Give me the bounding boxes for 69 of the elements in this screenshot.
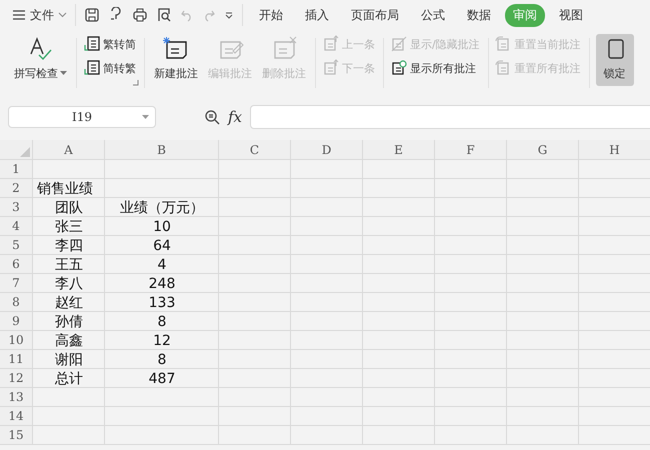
row-number[interactable]: 5 [12,238,20,252]
column-header[interactable]: E [394,142,403,156]
table-cell: 133 [148,294,176,310]
table-cell: 总计 [55,370,83,388]
arrow-page-icon [322,59,340,77]
eye-comment-icon [390,59,408,77]
row-number[interactable]: 4 [12,219,20,233]
caret-icon [142,114,149,120]
table-cell: 销售业绩 [37,180,93,198]
ribbon-tab[interactable]: 视图 [551,4,591,26]
row-number[interactable]: 2 [12,181,20,195]
ribbon-button[interactable]: 简转繁 [83,58,138,78]
table-cell: 248 [148,276,176,292]
table-cell: 谢阳 [55,350,83,368]
column-header[interactable]: B [157,142,166,156]
preview-icon[interactable] [156,7,172,23]
slash-comment-icon [390,35,408,53]
column-header[interactable]: F [466,142,475,156]
file-menu[interactable]: 文件 [12,6,67,24]
table-cell: 孙倩 [55,312,83,330]
ribbon-tab[interactable]: 开始 [251,4,291,26]
ribbon-button[interactable]: 繁转简 [83,34,138,54]
ribbon-tab[interactable]: 数据 [459,4,499,26]
table-cell: 64 [153,238,171,254]
formula-field[interactable] [250,105,650,129]
row-number[interactable]: 1 [12,162,20,176]
table-cell: 4 [158,256,166,272]
save-icon[interactable] [84,7,100,23]
table-cell: 王五 [55,256,83,274]
table-cell: 团队 [55,198,83,216]
table-cell: 8 [158,352,166,368]
ribbon-button[interactable]: 新建批注 [151,34,201,86]
row-number[interactable]: 6 [12,257,20,271]
column-header[interactable]: C [250,142,260,156]
function-label[interactable]: fx [228,108,242,126]
column-header[interactable]: D [322,142,332,156]
ribbon-tab[interactable]: 插入 [297,4,337,26]
column-header[interactable]: G [538,142,548,156]
table-cell: 李四 [55,236,83,254]
name-box[interactable]: I19 [8,106,156,128]
table-cell: 业绩（万元） [120,198,204,216]
ribbon-button[interactable]: 拼写检查 [11,34,70,86]
ribbon-button[interactable]: 锁定 [596,34,634,86]
table-cell: 高鑫 [55,332,83,350]
dialog-launcher-icon[interactable] [133,80,139,86]
column-header[interactable]: H [609,142,620,156]
ribbon-button[interactable]: 显示所有批注 [390,58,482,78]
convert-icon [83,59,101,77]
table-cell: 487 [148,370,176,386]
column-header[interactable]: A [64,142,73,156]
menu-icon [12,9,26,21]
ribbon-tab[interactable]: 页面布局 [343,4,407,26]
table-cell: 李八 [55,274,83,292]
row-number[interactable]: 9 [12,314,20,328]
arrow-page-icon [322,35,340,53]
row-number[interactable]: 3 [12,200,20,214]
table-cell: 张三 [55,218,83,236]
dropdown-icon[interactable] [224,10,234,20]
row-number[interactable]: 8 [12,295,20,309]
ribbon-tab[interactable]: 公式 [413,4,453,26]
table-cell: 12 [153,332,171,348]
table-cell: 10 [153,218,171,234]
chevron-icon [58,12,67,18]
zoom-icon[interactable] [204,109,220,125]
print-icon[interactable] [132,7,148,23]
convert-icon [83,35,101,53]
table-cell: 8 [158,314,166,330]
table-cell: 赵红 [55,294,83,312]
row-number[interactable]: 7 [12,276,20,290]
